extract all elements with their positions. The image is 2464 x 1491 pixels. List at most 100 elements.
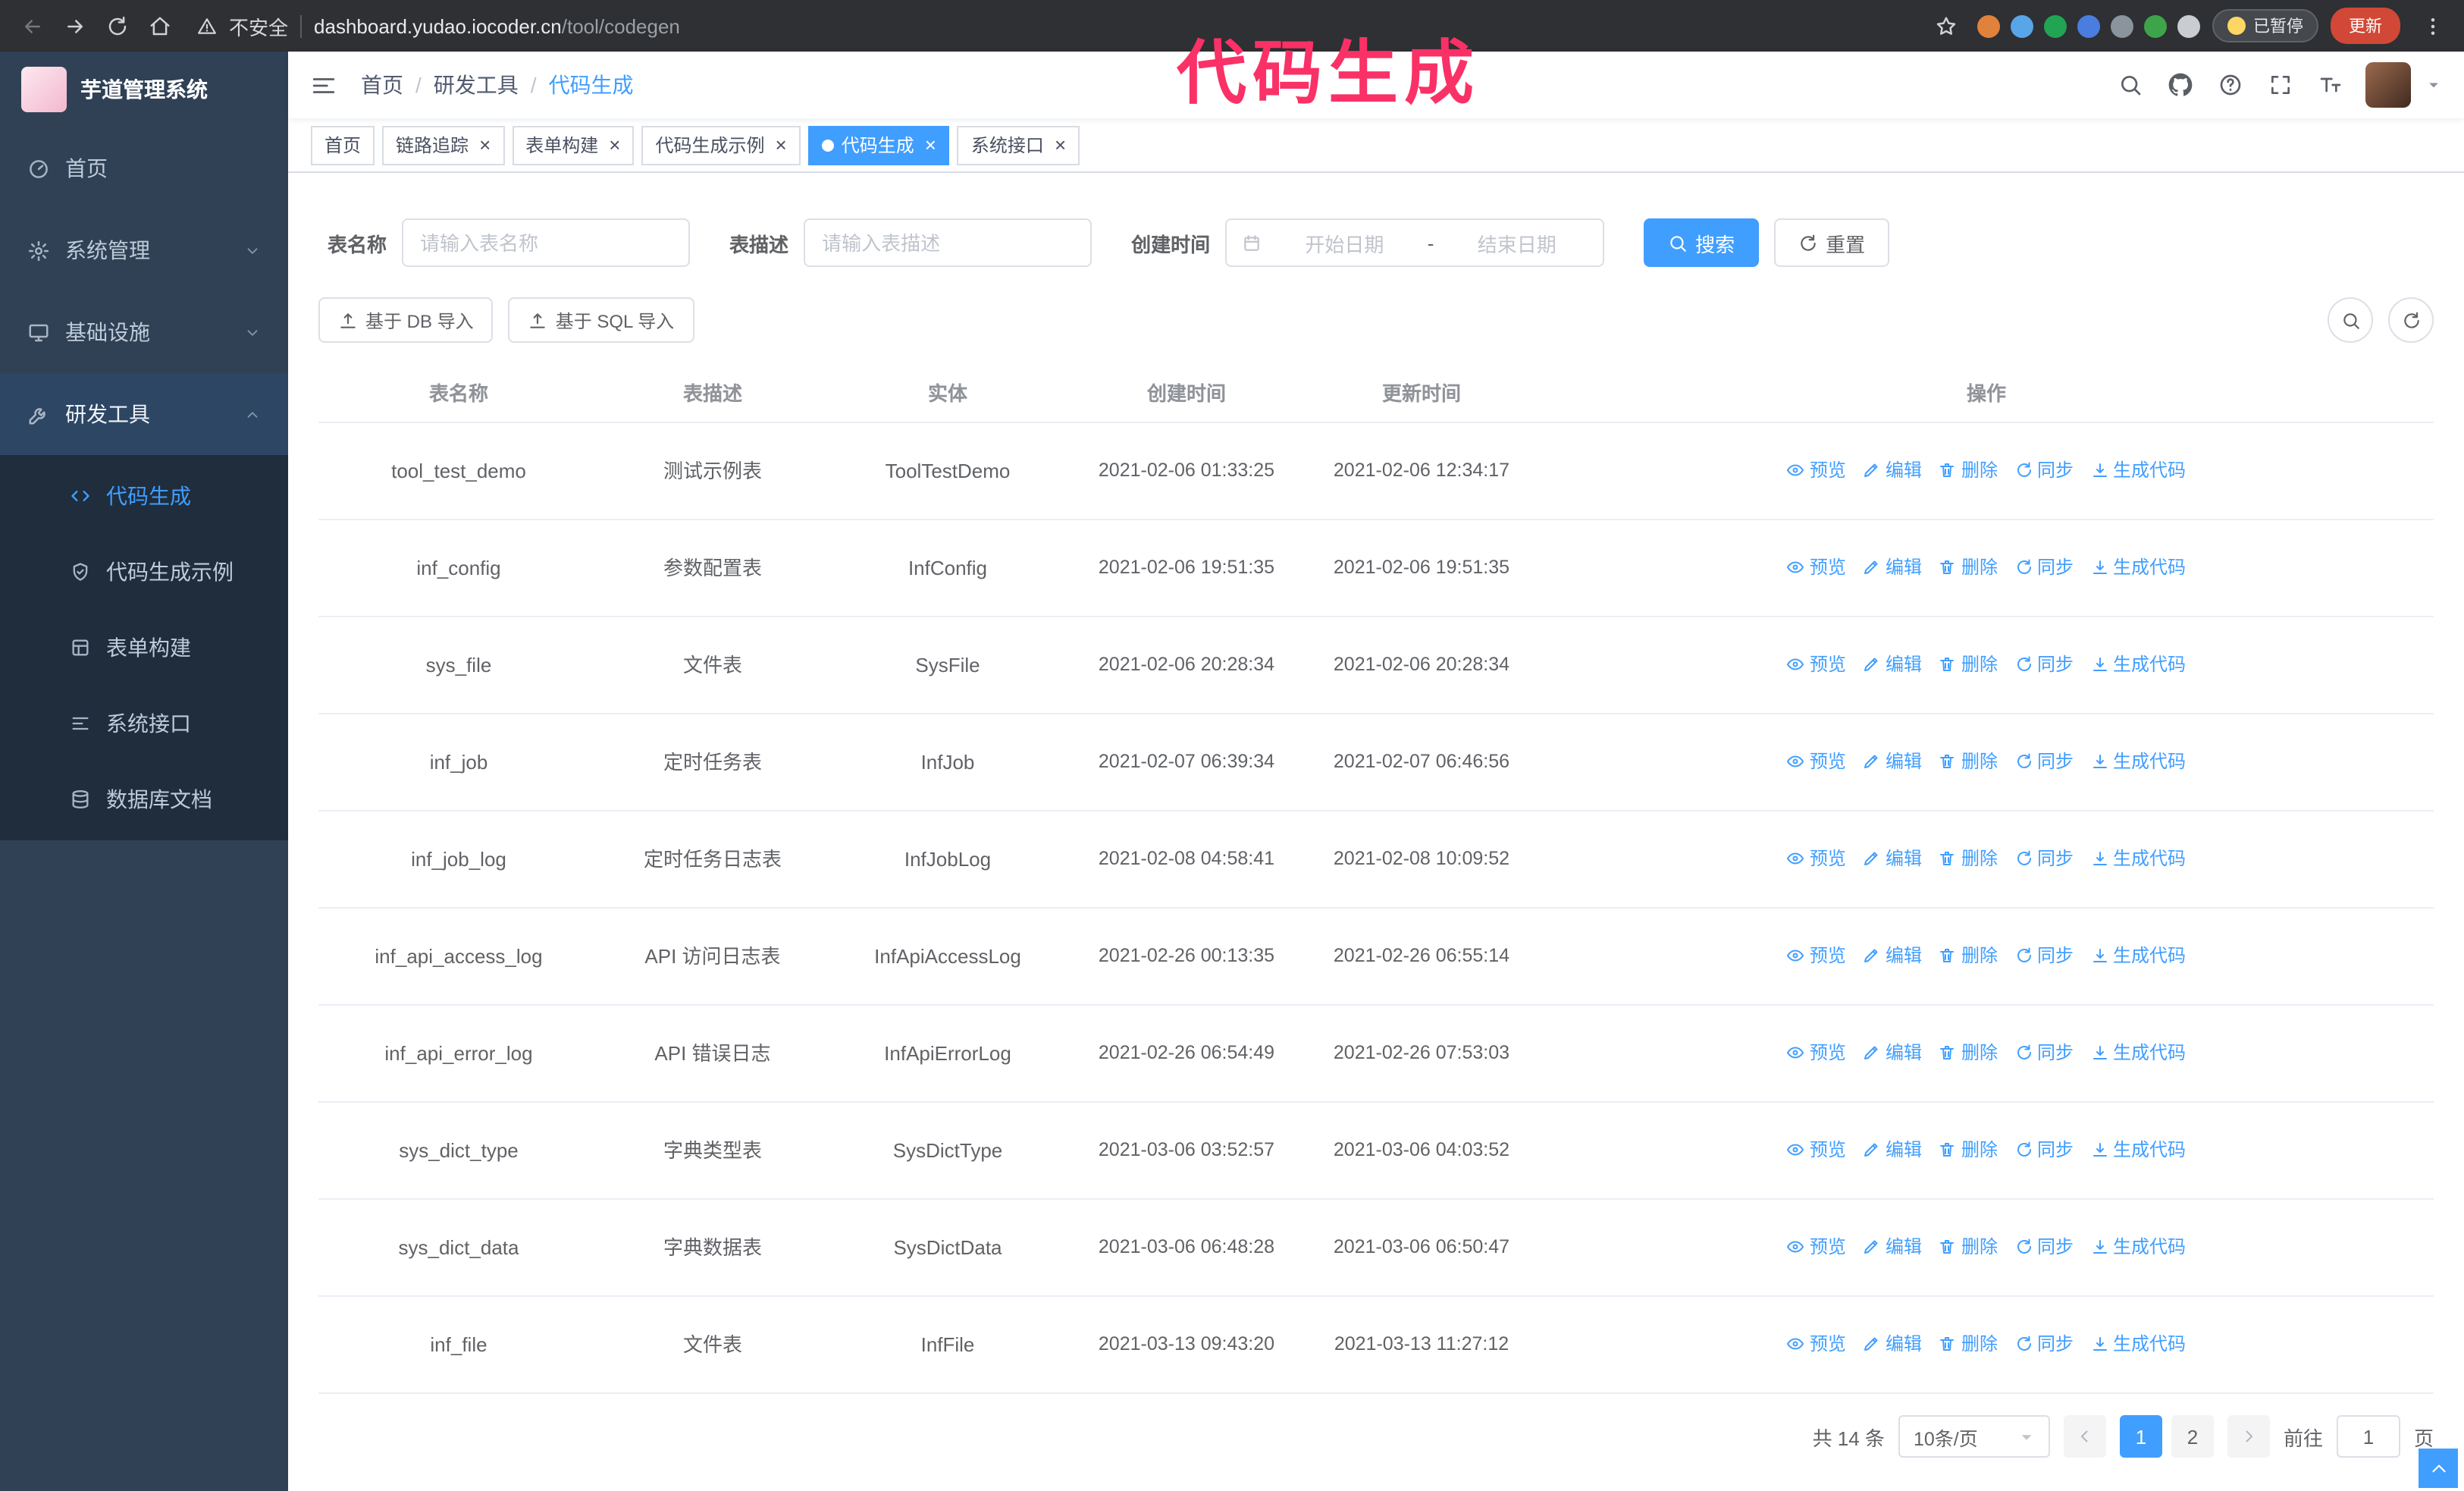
preview-link[interactable]: 预览 (1787, 941, 1846, 972)
puzzle-extension-icon[interactable] (2177, 14, 2200, 37)
home-button[interactable] (140, 6, 179, 46)
date-range-picker[interactable]: 开始日期 - 结束日期 (1225, 218, 1605, 267)
sidebar-subitem-3[interactable]: 系统接口 (0, 686, 288, 761)
fox-extension-icon[interactable] (1977, 14, 2000, 37)
sync-link[interactable]: 同步 (2014, 1038, 2074, 1069)
generate-code-link[interactable]: 生成代码 (2090, 553, 2186, 583)
sidebar-subitem-4[interactable]: 数据库文档 (0, 761, 288, 837)
tab-0[interactable]: 首页 (311, 125, 375, 165)
edit-link[interactable]: 编辑 (1863, 941, 1922, 972)
github-link[interactable] (2168, 73, 2193, 97)
generate-code-link[interactable]: 生成代码 (2090, 844, 2186, 874)
delete-link[interactable]: 删除 (1939, 553, 1998, 583)
tab-close-icon[interactable]: × (1055, 135, 1066, 155)
search-button[interactable]: 搜索 (1644, 218, 1760, 267)
sidebar-subitem-2[interactable]: 表单构建 (0, 610, 288, 686)
sync-link[interactable]: 同步 (2014, 941, 2074, 972)
help-button[interactable] (2218, 73, 2243, 97)
address-bar[interactable]: 不安全 dashboard.yudao.iocoder.cn/tool/code… (197, 11, 680, 40)
edit-link[interactable]: 编辑 (1863, 553, 1922, 583)
preview-link[interactable]: 预览 (1787, 1232, 1846, 1263)
delete-link[interactable]: 删除 (1939, 1232, 1998, 1263)
preview-link[interactable]: 预览 (1787, 1329, 1846, 1360)
avatar-caret-icon[interactable] (2426, 77, 2441, 93)
edit-link[interactable]: 编辑 (1863, 1135, 1922, 1166)
fullscreen-button[interactable] (2268, 73, 2293, 97)
edit-link[interactable]: 编辑 (1863, 1232, 1922, 1263)
breadcrumb-tools[interactable]: 研发工具 (434, 70, 519, 100)
next-page-button[interactable] (2227, 1415, 2270, 1458)
sidebar-item-2[interactable]: 基础设施 (0, 291, 288, 373)
delete-link[interactable]: 删除 (1939, 1329, 1998, 1360)
tab-close-icon[interactable]: × (609, 135, 620, 155)
page-button-2[interactable]: 2 (2171, 1415, 2214, 1458)
preview-link[interactable]: 预览 (1787, 747, 1846, 777)
tab-4[interactable]: 代码生成 × (807, 125, 950, 165)
tab-5[interactable]: 系统接口 × (957, 125, 1080, 165)
tab-close-icon[interactable]: × (776, 135, 787, 155)
security-label[interactable]: 不安全 (229, 11, 288, 40)
delete-link[interactable]: 删除 (1939, 1135, 1998, 1166)
back-button[interactable] (12, 6, 52, 46)
edit-link[interactable]: 编辑 (1863, 747, 1922, 777)
generate-code-link[interactable]: 生成代码 (2090, 941, 2186, 972)
delete-link[interactable]: 删除 (1939, 747, 1998, 777)
tab-close-icon[interactable]: × (479, 135, 491, 155)
grid-extension-icon[interactable] (2077, 14, 2100, 37)
delete-link[interactable]: 删除 (1939, 650, 1998, 680)
preview-link[interactable]: 预览 (1787, 456, 1846, 486)
tab-3[interactable]: 代码生成示例 × (641, 125, 801, 165)
delete-link[interactable]: 删除 (1939, 456, 1998, 486)
sync-link[interactable]: 同步 (2014, 1329, 2074, 1360)
start-date-field[interactable]: 开始日期 (1274, 228, 1415, 257)
sidebar-subitem-1[interactable]: 代码生成示例 (0, 534, 288, 610)
edit-link[interactable]: 编辑 (1863, 844, 1922, 874)
edit-link[interactable]: 编辑 (1863, 456, 1922, 486)
sync-link[interactable]: 同步 (2014, 1232, 2074, 1263)
refresh-button[interactable] (97, 6, 136, 46)
refresh-table-button[interactable] (2388, 297, 2434, 343)
header-search-button[interactable] (2118, 73, 2143, 97)
generate-code-link[interactable]: 生成代码 (2090, 1329, 2186, 1360)
delete-link[interactable]: 删除 (1939, 1038, 1998, 1069)
table-name-input[interactable] (402, 218, 691, 267)
generate-code-link[interactable]: 生成代码 (2090, 456, 2186, 486)
sync-link[interactable]: 同步 (2014, 747, 2074, 777)
delete-link[interactable]: 删除 (1939, 941, 1998, 972)
generate-code-link[interactable]: 生成代码 (2090, 1232, 2186, 1263)
generate-code-link[interactable]: 生成代码 (2090, 747, 2186, 777)
sync-link[interactable]: 同步 (2014, 844, 2074, 874)
user-avatar[interactable] (2365, 62, 2411, 108)
leaf-extension-icon[interactable] (2144, 14, 2167, 37)
preview-link[interactable]: 预览 (1787, 1135, 1846, 1166)
page-size-select[interactable]: 10条/页 (1898, 1415, 2050, 1458)
goto-page-input[interactable] (2336, 1415, 2400, 1458)
generate-code-link[interactable]: 生成代码 (2090, 650, 2186, 680)
sidebar-item-3[interactable]: 研发工具 (0, 373, 288, 455)
tab-close-icon[interactable]: × (925, 135, 936, 155)
sidebar-subitem-0[interactable]: 代码生成 (0, 458, 288, 534)
tab-2[interactable]: 表单构建 × (512, 125, 635, 165)
sidebar-item-1[interactable]: 系统管理 (0, 209, 288, 291)
table-desc-input[interactable] (804, 218, 1092, 267)
delete-link[interactable]: 删除 (1939, 844, 1998, 874)
generate-code-link[interactable]: 生成代码 (2090, 1038, 2186, 1069)
edit-link[interactable]: 编辑 (1863, 1038, 1922, 1069)
preview-link[interactable]: 预览 (1787, 1038, 1846, 1069)
prev-page-button[interactable] (2063, 1415, 2106, 1458)
font-size-button[interactable] (2318, 73, 2343, 97)
drop-extension-icon[interactable] (2011, 14, 2033, 37)
tab-1[interactable]: 链路追踪 × (382, 125, 505, 165)
import-sql-button[interactable]: 基于 SQL 导入 (508, 297, 694, 343)
preview-link[interactable]: 预览 (1787, 650, 1846, 680)
browser-menu-button[interactable] (2412, 6, 2452, 46)
sync-link[interactable]: 同步 (2014, 650, 2074, 680)
edit-link[interactable]: 编辑 (1863, 650, 1922, 680)
end-date-field[interactable]: 结束日期 (1446, 228, 1588, 257)
reset-button[interactable]: 重置 (1774, 218, 1890, 267)
preview-link[interactable]: 预览 (1787, 844, 1846, 874)
toggle-search-button[interactable] (2328, 297, 2373, 343)
sidebar-item-0[interactable]: 首页 (0, 127, 288, 209)
box-extension-icon[interactable] (2111, 14, 2133, 37)
sync-link[interactable]: 同步 (2014, 553, 2074, 583)
